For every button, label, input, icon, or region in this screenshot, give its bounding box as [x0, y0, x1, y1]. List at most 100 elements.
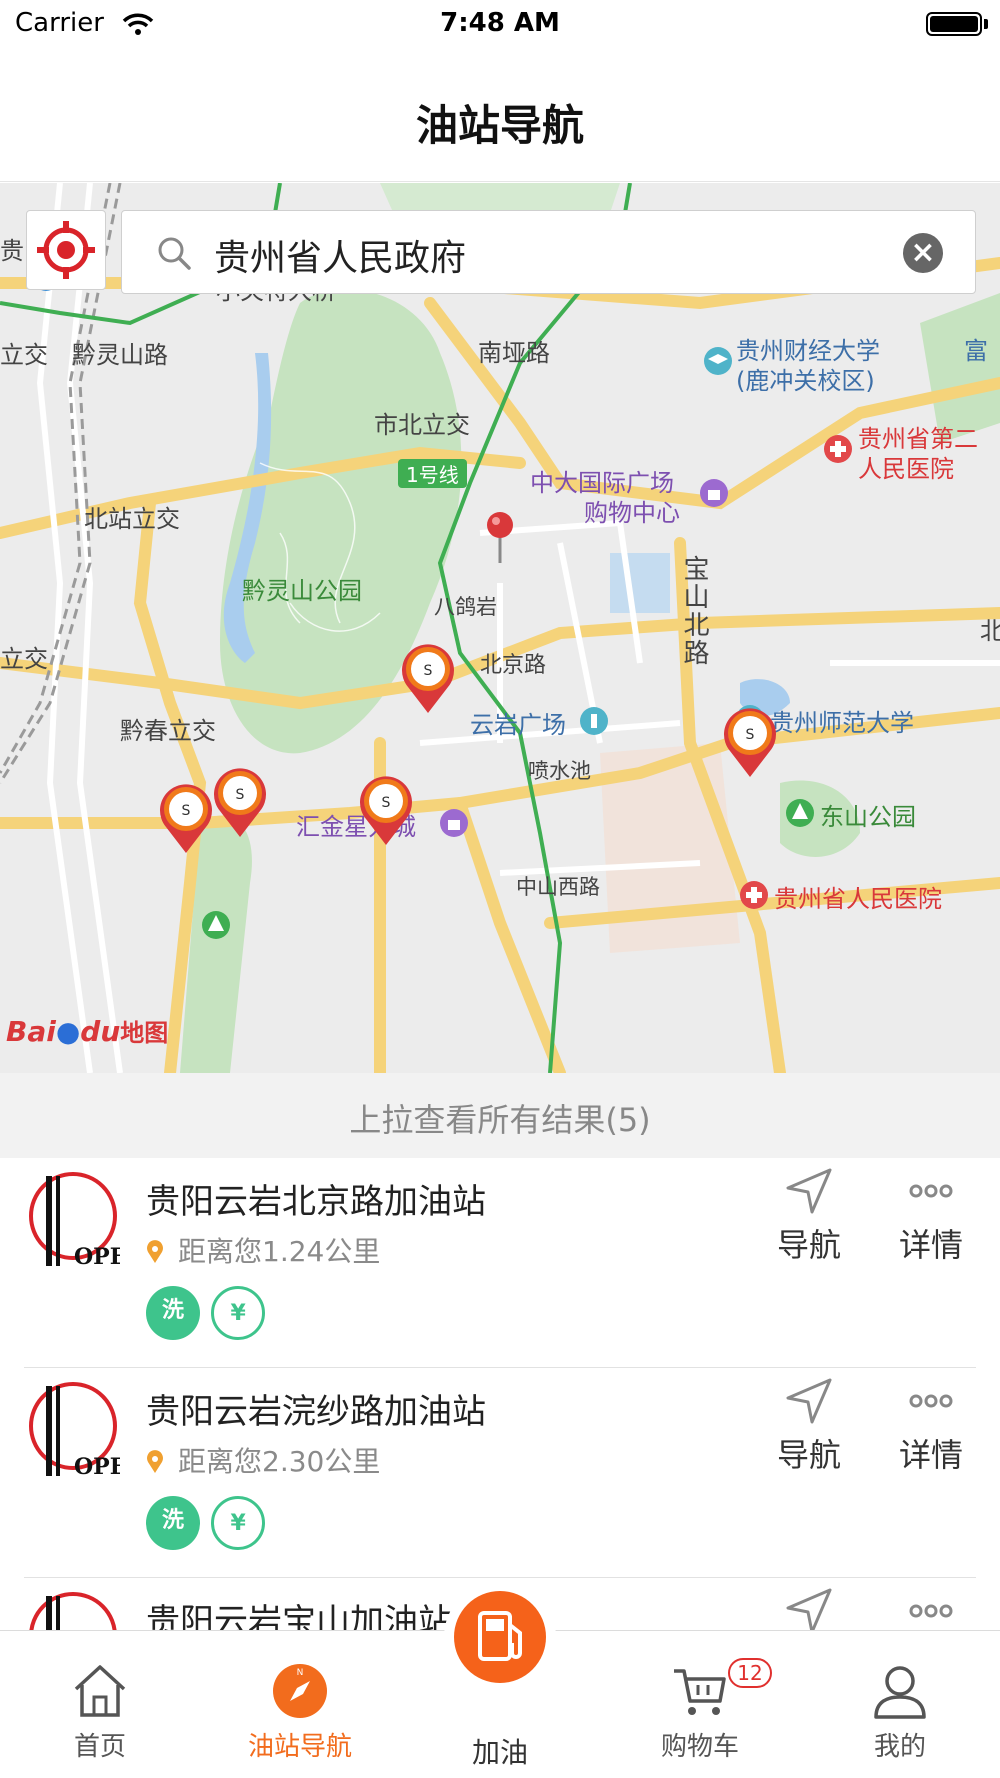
- tab-cart[interactable]: 12 购物车: [600, 1631, 800, 1778]
- navigation-arrow-icon: [786, 1588, 832, 1630]
- map-label-hospital: 人民医院: [858, 455, 954, 483]
- svg-text:N: N: [297, 1668, 304, 1678]
- payment-icon: ¥: [211, 1496, 266, 1550]
- location-pin-icon: [147, 1450, 163, 1473]
- home-icon: [74, 1665, 126, 1717]
- map-label-edge: 立交: [0, 645, 48, 673]
- sinopec-logo: [29, 1592, 117, 1630]
- school-icon: [704, 347, 732, 375]
- pull-up-label: 上拉查看所有结果(5): [349, 1101, 651, 1139]
- map-background: [0, 183, 1000, 1073]
- status-bar: Carrier 7:48 AM: [0, 0, 1000, 50]
- cart-icon: [674, 1669, 726, 1715]
- details-button[interactable]: 详情: [876, 1166, 986, 1266]
- station-pin[interactable]: S: [358, 775, 414, 847]
- shopping-icon: [700, 479, 728, 507]
- location-pin-icon: [147, 1240, 163, 1263]
- map-label-hospital: 贵州省人民医院: [774, 885, 942, 913]
- map-label-edge: 贵: [0, 237, 24, 265]
- locate-me-button[interactable]: [26, 210, 106, 290]
- sinopec-logo: OPEC: [29, 1382, 120, 1480]
- map-label-square: 云岩广场: [470, 711, 566, 739]
- map-label-mall: 购物中心: [584, 499, 680, 527]
- hospital-icon: [824, 435, 852, 463]
- map-label-road: 宝山北路: [679, 555, 709, 667]
- station-list[interactable]: OPEC 贵阳云岩北京路加油站 距离您1.24公里 洗 ¥ 导航 详情 OPEC…: [0, 1158, 1000, 1630]
- refuel-button[interactable]: [454, 1591, 546, 1683]
- map-label-road: 中山西路: [516, 875, 600, 899]
- navigation-arrow-icon: [786, 1168, 832, 1214]
- list-item[interactable]: OPEC 贵阳云岩北京路加油站 距离您1.24公里 洗 ¥ 导航 详情: [0, 1158, 1000, 1368]
- map-label-park: 黔灵山公园: [242, 577, 362, 605]
- tab-station-nav[interactable]: N 油站导航: [200, 1631, 400, 1778]
- map-label-park: 东山公园: [820, 803, 916, 831]
- details-button[interactable]: 详情: [876, 1376, 986, 1476]
- svg-text:S: S: [382, 795, 391, 811]
- navigation-bar: 油站导航: [0, 50, 1000, 182]
- car-wash-icon: 洗: [146, 1496, 200, 1550]
- station-name: 贵阳云岩浣纱路加油站: [146, 1392, 486, 1432]
- map-label-road: 北京路: [480, 653, 547, 678]
- tab-bar: 首页 N 油站导航 加油 12 购物车 我的: [0, 1591, 1000, 1778]
- search-input-value: 贵州省人民政府: [214, 238, 467, 279]
- navigate-button[interactable]: [754, 1586, 864, 1630]
- station-name: 贵阳云岩北京路加油站: [146, 1182, 486, 1222]
- search-input[interactable]: 贵州省人民政府 ×: [121, 210, 976, 294]
- station-pin[interactable]: S: [722, 707, 778, 779]
- payment-icon: ¥: [211, 1286, 266, 1340]
- park-icon: [786, 799, 814, 827]
- fuel-pump-icon: [478, 1611, 522, 1661]
- svg-text:OPEC: OPEC: [74, 1244, 120, 1270]
- svg-text:S: S: [746, 727, 755, 743]
- station-pin[interactable]: S: [400, 643, 456, 715]
- station-pin[interactable]: S: [158, 783, 214, 855]
- target-location-pin: [487, 512, 513, 563]
- map-label-edge: 富: [964, 337, 988, 365]
- more-icon: [909, 1184, 953, 1198]
- map-label-road: 黔灵山路: [72, 341, 168, 369]
- map-label-edge: 北: [980, 617, 1000, 645]
- clock: 7:48 AM: [440, 8, 560, 38]
- car-wash-icon: 洗: [146, 1286, 200, 1340]
- navigate-button[interactable]: 导航: [754, 1166, 864, 1266]
- station-pin[interactable]: S: [212, 767, 268, 839]
- battery-icon: [926, 12, 982, 36]
- map-label-university-sub: (鹿冲关校区): [736, 367, 875, 395]
- map-label-road: 南垭路: [478, 339, 550, 367]
- crosshair-icon: [37, 221, 95, 279]
- baidu-map-logo: Bai●du地图: [6, 1015, 169, 1048]
- navigate-button[interactable]: 导航: [754, 1376, 864, 1476]
- map-label-area: 喷水池: [528, 759, 591, 783]
- park-icon: [202, 911, 230, 939]
- tab-mine[interactable]: 我的: [800, 1631, 1000, 1778]
- map-label-edge: 立交: [0, 341, 48, 369]
- station-name: 贵阳云岩宝山加油站: [146, 1602, 452, 1630]
- details-button[interactable]: [876, 1586, 986, 1630]
- clear-icon[interactable]: ×: [903, 233, 943, 273]
- tab-home[interactable]: 首页: [0, 1631, 200, 1778]
- more-icon: [909, 1394, 953, 1408]
- map-label-junction: 市北立交: [374, 411, 470, 439]
- map-label-area: 八鸽岩: [434, 595, 497, 619]
- svg-text:S: S: [236, 787, 245, 803]
- svg-text:S: S: [424, 663, 433, 679]
- svg-text:OPEC: OPEC: [74, 1454, 120, 1480]
- navigation-arrow-icon: [786, 1378, 832, 1424]
- map-label-university: 贵州师范大学: [770, 709, 914, 737]
- search-icon: [158, 237, 191, 270]
- compass-icon: N: [273, 1664, 327, 1718]
- map-view[interactable]: 小关特大桥 黔灵山路 立交 贵 南垭路 市北立交 1号线 贵州财经大学 (鹿冲关…: [0, 183, 1000, 1073]
- sinopec-logo: OPEC: [29, 1172, 120, 1270]
- tab-refuel[interactable]: 加油: [400, 1591, 600, 1778]
- svg-text:S: S: [182, 803, 191, 819]
- cart-badge: 12: [728, 1658, 772, 1688]
- station-distance: 距离您1.24公里: [178, 1235, 381, 1268]
- map-label-junction: 北站立交: [84, 505, 180, 533]
- shopping-icon: [440, 809, 468, 837]
- metro-line-badge: 1号线: [398, 459, 467, 488]
- list-item[interactable]: OPEC 贵阳云岩浣纱路加油站 距离您2.30公里 洗 ¥ 导航 详情: [0, 1368, 1000, 1578]
- page-title: 油站导航: [415, 101, 584, 150]
- map-label-junction: 黔春立交: [120, 717, 216, 745]
- pull-up-handle[interactable]: 上拉查看所有结果(5): [0, 1073, 1000, 1158]
- square-icon: [580, 707, 608, 735]
